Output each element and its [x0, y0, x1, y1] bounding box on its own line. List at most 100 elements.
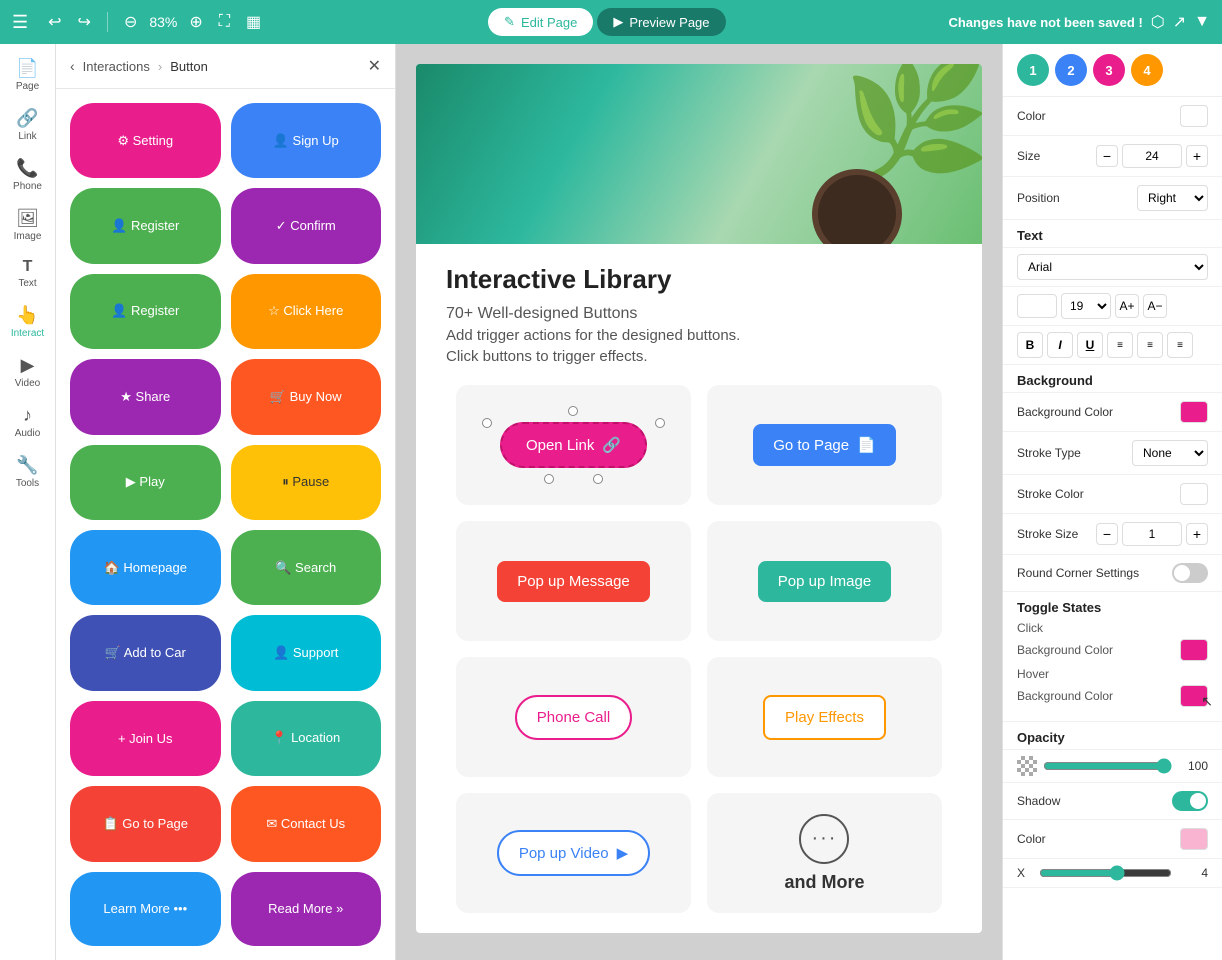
sidebar-item-audio[interactable]: ♪ Audio [4, 399, 52, 445]
underline-button[interactable]: U [1077, 332, 1103, 358]
sidebar-item-page[interactable]: 📄 Page [4, 52, 52, 98]
canvas-area: 🌿 Interactive Library 70+ Well-designed … [396, 44, 1002, 960]
shadow-x-slider[interactable] [1039, 865, 1172, 881]
text-format-row: B I U ≡ ≡ ≡ [1003, 326, 1222, 365]
share-icon[interactable]: ↗ [1173, 12, 1186, 32]
register-button-2[interactable]: 👤 Register [70, 274, 221, 349]
open-link-button[interactable]: Open Link 🔗 [500, 422, 647, 468]
link-label: Link [18, 131, 36, 142]
redo-icon[interactable]: ↪ [74, 10, 95, 34]
phone-call-card: Phone Call [456, 657, 691, 777]
color-picker[interactable] [1180, 105, 1208, 127]
font-increase-button[interactable]: A+ [1115, 294, 1139, 318]
play-button[interactable]: ▶ Play [70, 445, 221, 520]
shadow-color-picker[interactable] [1180, 828, 1208, 850]
position-select[interactable]: Right Left Center [1137, 185, 1208, 211]
round-corner-toggle[interactable] [1172, 563, 1208, 583]
click-here-button[interactable]: ☆ Click Here [231, 274, 382, 349]
menu-icon[interactable]: ☰ [12, 12, 28, 33]
hover-bg-color-picker[interactable]: ↖ [1180, 685, 1208, 707]
sidebar-item-image[interactable]: 🖼 Image [4, 202, 52, 248]
pause-button[interactable]: ⏸ Pause [231, 445, 382, 520]
image-icon: 🖼 [16, 208, 39, 229]
background-color-picker[interactable] [1180, 401, 1208, 423]
shadow-toggle[interactable] [1172, 791, 1208, 811]
back-arrow-icon[interactable]: ‹ [70, 58, 75, 74]
opacity-value: 100 [1178, 759, 1208, 773]
stroke-decrease-button[interactable]: − [1096, 523, 1118, 545]
stroke-size-label: Stroke Size [1017, 527, 1090, 541]
dropdown-icon[interactable]: ▼ [1194, 13, 1210, 31]
avatar-2[interactable]: 2 [1055, 54, 1087, 86]
avatar-4[interactable]: 4 [1131, 54, 1163, 86]
play-effects-label: Play Effects [785, 709, 864, 726]
stroke-color-picker[interactable] [1180, 483, 1208, 505]
confirm-button[interactable]: ✓ Confirm [231, 188, 382, 263]
support-button[interactable]: 👤 Support [231, 615, 382, 690]
sidebar-item-phone[interactable]: 📞 Phone [4, 152, 52, 198]
read-more-button[interactable]: Read More » [231, 872, 382, 946]
register-button-1[interactable]: 👤 Register [70, 188, 221, 263]
page-icon: 📄 [16, 58, 38, 79]
open-link-label: Open Link [526, 437, 594, 454]
canvas-phone-call-button[interactable]: Phone Call [515, 695, 632, 740]
canvas-popup-image-button[interactable]: Pop up Image [758, 561, 891, 602]
learn-more-button[interactable]: Learn More ••• [70, 872, 221, 946]
stroke-type-select[interactable]: None Solid Dashed [1132, 440, 1208, 466]
preview-page-button[interactable]: ▶ Preview Page [597, 8, 725, 36]
join-us-button[interactable]: + Join Us [70, 701, 221, 776]
avatar-1[interactable]: 1 [1017, 54, 1049, 86]
canvas-popup-message-button[interactable]: Pop up Message [497, 561, 650, 602]
stroke-increase-button[interactable]: + [1186, 523, 1208, 545]
breadcrumb-interactions[interactable]: Interactions [83, 59, 150, 74]
sidebar-item-tools[interactable]: 🔧 Tools [4, 449, 52, 495]
size-increase-button[interactable]: + [1186, 145, 1208, 167]
sidebar-item-interact[interactable]: 👆 Interact [4, 299, 52, 345]
buy-now-button[interactable]: 🛒 Buy Now [231, 359, 382, 434]
align-right-button[interactable]: ≡ [1167, 332, 1193, 358]
share-button[interactable]: ★ Share [70, 359, 221, 434]
add-to-cart-button[interactable]: 🛒 Add to Car [70, 615, 221, 690]
search-button[interactable]: 🔍 Search [231, 530, 382, 605]
sidebar-item-text[interactable]: T Text [4, 252, 52, 295]
canvas-title: Interactive Library [446, 264, 952, 295]
contact-us-button[interactable]: ✉ Contact Us [231, 786, 382, 861]
zoom-in-icon[interactable]: ⊕ [185, 10, 206, 34]
phone-icon: 📞 [16, 158, 38, 179]
close-icon[interactable]: ✕ [368, 56, 381, 76]
sidebar-item-video[interactable]: ▶ Video [4, 349, 52, 395]
font-size-select[interactable]: 19 18 20 [1061, 293, 1111, 319]
align-center-button[interactable]: ≡ [1137, 332, 1163, 358]
font-family-select[interactable]: Arial Helvetica [1017, 254, 1208, 280]
button-panel: ‹ Interactions › Button ✕ ⚙ Setting 👤 Si… [56, 44, 396, 960]
align-left-button[interactable]: ≡ [1107, 332, 1133, 358]
canvas-goto-page-button[interactable]: Go to Page 📄 [753, 424, 896, 466]
goto-page-button[interactable]: 📋 Go to Page [70, 786, 221, 861]
bold-button[interactable]: B [1017, 332, 1043, 358]
undo-icon[interactable]: ↩ [44, 10, 65, 34]
preview-page-label: Preview Page [629, 15, 709, 30]
size-decrease-button[interactable]: − [1096, 145, 1118, 167]
font-color-input[interactable] [1017, 294, 1057, 318]
fullscreen-icon[interactable]: ⛶ [215, 11, 234, 33]
avatar-3[interactable]: 3 [1093, 54, 1125, 86]
signup-button[interactable]: 👤 Sign Up [231, 103, 382, 178]
stroke-size-input[interactable] [1122, 522, 1182, 546]
font-decrease-button[interactable]: A− [1143, 294, 1167, 318]
homepage-button[interactable]: 🏠 Homepage [70, 530, 221, 605]
canvas-subtitle1: 70+ Well-designed Buttons [446, 305, 952, 323]
location-button[interactable]: 📍 Location [231, 701, 382, 776]
canvas-popup-video-button[interactable]: Pop up Video ▶ [497, 830, 650, 876]
export-icon[interactable]: ⬡ [1151, 12, 1165, 32]
opacity-slider[interactable] [1043, 758, 1172, 774]
edit-page-button[interactable]: ✎ Edit Page [488, 8, 593, 36]
setting-button[interactable]: ⚙ Setting [70, 103, 221, 178]
layout-icon[interactable]: ▦ [242, 10, 265, 34]
italic-button[interactable]: I [1047, 332, 1073, 358]
zoom-out-icon[interactable]: ⊖ [120, 10, 141, 34]
canvas-play-effects-button[interactable]: Play Effects [763, 695, 886, 740]
sidebar-item-link[interactable]: 🔗 Link [4, 102, 52, 148]
goto-page-card: Go to Page 📄 [707, 385, 942, 505]
click-bg-color-picker[interactable] [1180, 639, 1208, 661]
size-input[interactable] [1122, 144, 1182, 168]
